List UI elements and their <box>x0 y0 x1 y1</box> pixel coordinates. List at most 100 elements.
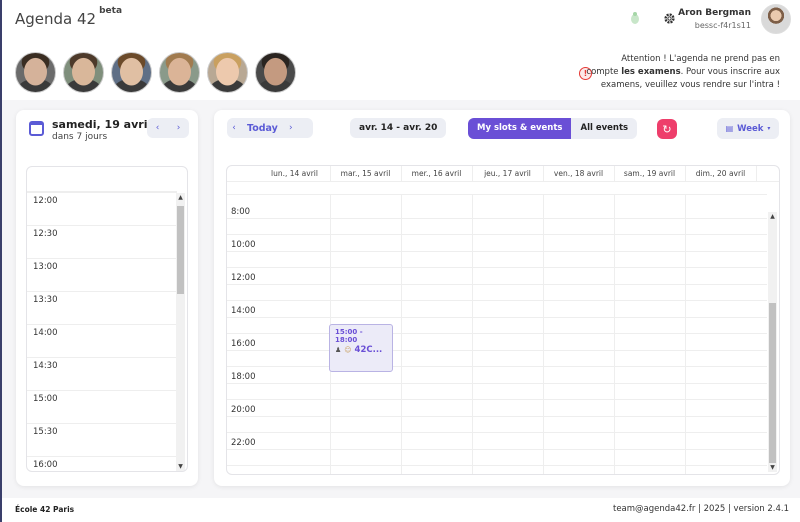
day-panel: samedi, 19 avril dans 7 jours ‹ › 12:00 1… <box>16 110 198 486</box>
user-login: bessc-f4r1s11 <box>694 21 751 30</box>
view-select[interactable]: ▤ Week ▾ <box>717 118 779 139</box>
relative-date: dans 7 jours <box>52 132 108 142</box>
header-column-line <box>330 166 331 181</box>
time-slot-row[interactable]: 13:00 <box>27 258 177 291</box>
view-select-label: Week <box>737 123 764 134</box>
app-title-text: Agenda 42 <box>15 10 97 28</box>
header-column-line <box>614 166 615 181</box>
scroll-thumb[interactable] <box>769 303 776 463</box>
day-header[interactable]: jeu., 17 avril <box>472 169 543 178</box>
user-icon: ♟ <box>335 346 342 354</box>
day-scrollbar[interactable]: ▲ ▼ <box>176 193 185 471</box>
time-slot-row[interactable]: 16:00 <box>27 456 177 471</box>
beta-badge: beta <box>99 6 123 16</box>
friend-avatar[interactable] <box>207 52 248 93</box>
day-header[interactable]: lun., 14 avril <box>259 169 330 178</box>
header-column-line <box>543 166 544 181</box>
school-name: École 42 Paris <box>15 505 75 514</box>
event-time: 15:00 - 18:00 <box>335 328 363 344</box>
time-slot-row[interactable]: 12:30 <box>27 225 177 258</box>
next-day-button[interactable]: › <box>172 118 186 138</box>
friend-avatar[interactable] <box>15 52 56 93</box>
warning-line-1: Attention ! L'agenda ne prend pas en <box>621 54 780 64</box>
hour-grid-line <box>227 432 767 433</box>
scroll-down-arrow[interactable]: ▼ <box>768 463 777 472</box>
avatar-icon: ☺ <box>344 346 352 354</box>
hour-grid-line <box>227 300 767 301</box>
scroll-up-arrow[interactable]: ▲ <box>768 212 777 221</box>
footer: École 42 Paris team@agenda42.fr | 2025 |… <box>2 498 800 522</box>
hour-label: 16:00 <box>231 339 256 349</box>
refresh-icon: ↻ <box>662 122 672 136</box>
scroll-up-arrow[interactable]: ▲ <box>176 193 185 202</box>
day-header[interactable]: ven., 18 avril <box>543 169 614 178</box>
my-slots-tab[interactable]: My slots & events <box>468 118 572 139</box>
event-title: ♟ ☺ 42C... <box>335 345 383 355</box>
hour-label: 8:00 <box>231 207 251 217</box>
footer-info[interactable]: team@agenda42.fr | 2025 | version 2.4.1 <box>613 504 789 514</box>
hour-label: 20:00 <box>231 405 256 415</box>
app-title[interactable]: Agenda 42 beta <box>15 6 122 28</box>
time-slot-row[interactable]: 12:00 <box>27 192 177 225</box>
time-slot-label: 15:30 <box>33 427 58 437</box>
header-separator <box>227 181 779 182</box>
hour-grid-line <box>227 267 767 268</box>
prev-week-button[interactable]: ‹ <box>227 118 241 138</box>
header: Agenda 42 beta Aron Bergman bessc-f4r1s11… <box>2 0 800 100</box>
today-button[interactable]: Today <box>241 123 284 134</box>
time-slot-row[interactable]: 15:00 <box>27 390 177 423</box>
time-slot-row[interactable]: 14:30 <box>27 357 177 390</box>
day-header[interactable]: sam., 19 avril <box>614 169 685 178</box>
time-slot-label: 12:30 <box>33 229 58 239</box>
hour-grid-line <box>227 251 767 252</box>
day-header[interactable]: mer., 16 avril <box>401 169 472 178</box>
prev-day-button[interactable]: ‹ <box>151 118 165 138</box>
header-column-line <box>685 166 686 181</box>
hour-label: 12:00 <box>231 273 256 283</box>
friend-avatar[interactable] <box>255 52 296 93</box>
chevron-down-icon: ▾ <box>767 125 771 132</box>
day-header[interactable]: dim., 20 avril <box>685 169 756 178</box>
scroll-thumb[interactable] <box>177 206 184 294</box>
calendar-view-icon: ▤ <box>725 124 734 133</box>
friend-avatar[interactable] <box>63 52 104 93</box>
week-nav: ‹ Today › <box>227 118 313 138</box>
time-slot-row[interactable]: 13:30 <box>27 291 177 324</box>
time-slot-label: 12:00 <box>33 196 58 206</box>
time-slot-row[interactable]: 14:00 <box>27 324 177 357</box>
hour-grid-line <box>227 333 767 334</box>
event-block[interactable]: 15:00 - 18:00 ♟ ☺ 42C... <box>329 324 393 372</box>
day-slot-list[interactable]: 12:00 12:30 13:00 13:30 14:00 14:30 15:00 15:30… <box>26 166 188 472</box>
user-avatar[interactable] <box>761 4 791 34</box>
hour-label: 10:00 <box>231 240 256 250</box>
hour-grid-line <box>227 366 767 367</box>
time-slot-row[interactable]: 15:30 <box>27 423 177 456</box>
friends-list <box>15 52 296 93</box>
hour-label: 18:00 <box>231 372 256 382</box>
header-column-line <box>472 166 473 181</box>
event-filter-toggle: My slots & events All events <box>468 118 638 139</box>
user-name[interactable]: Aron Bergman <box>678 8 751 18</box>
hour-grid-line <box>227 284 767 285</box>
week-scrollbar[interactable]: ▲ ▼ <box>768 212 777 472</box>
friend-avatar[interactable] <box>159 52 200 93</box>
time-slot-label: 13:30 <box>33 295 58 305</box>
gear-icon[interactable] <box>661 10 677 26</box>
refresh-button[interactable]: ↻ <box>657 119 677 139</box>
bug-icon[interactable] <box>627 10 643 26</box>
hour-grid-line <box>227 234 767 235</box>
friend-avatar[interactable] <box>111 52 152 93</box>
header-column-line <box>401 166 402 181</box>
hour-grid-line <box>227 399 767 400</box>
day-nav: ‹ › <box>147 118 189 138</box>
week-panel: ‹ Today › avr. 14 - avr. 20 My slots & e… <box>214 110 790 486</box>
hour-grid-line <box>227 449 767 450</box>
week-grid[interactable]: lun., 14 avril mar., 15 avril mer., 16 avr… <box>226 165 780 475</box>
hour-grid-line <box>227 465 767 466</box>
all-events-tab[interactable]: All events <box>571 118 637 139</box>
day-header[interactable]: mar., 15 avril <box>330 169 401 178</box>
hour-label: 22:00 <box>231 438 256 448</box>
week-range: avr. 14 - avr. 20 <box>350 118 447 138</box>
next-week-button[interactable]: › <box>284 118 298 138</box>
scroll-down-arrow[interactable]: ▼ <box>176 462 185 471</box>
